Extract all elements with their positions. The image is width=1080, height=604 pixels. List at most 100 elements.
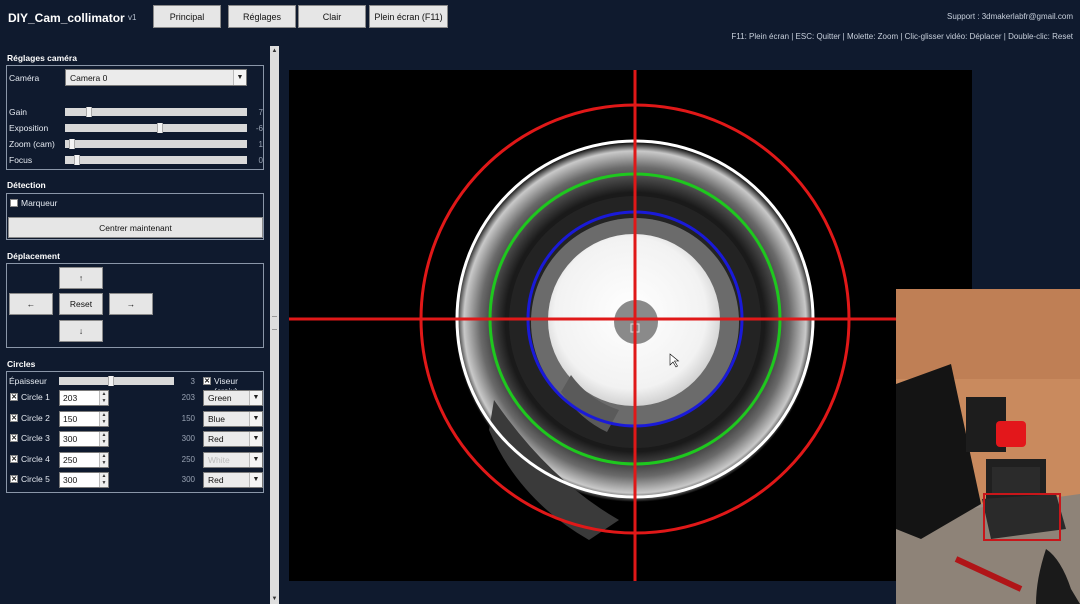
slider-2[interactable] [65,139,247,149]
movement-section-title: Déplacement [7,251,60,261]
slider-3[interactable] [65,155,247,165]
camera-label: Caméra [9,73,40,83]
top-bar: DIY_Cam_collimator v1 Principal Réglages… [0,0,1080,46]
circle-color-value-4: White [208,454,230,465]
reglages-button[interactable]: Réglages [228,5,296,28]
circles-section-title: Circles [7,359,36,369]
circle-color-value-3: Red [208,434,224,444]
slider-value-3: 0 [258,156,263,165]
circle-checkbox-1[interactable]: ✕ [10,393,18,401]
slider-thumb-0[interactable] [86,107,92,117]
circle-color-value-2: Blue [208,413,226,424]
collimation-view [289,70,972,581]
detection-box: Marqueur Centrer maintenant [6,193,264,240]
circle-label-4: Circle 4 [21,453,50,464]
move-right-button[interactable]: → [109,293,153,315]
marker-checkbox[interactable] [10,199,18,207]
spinner-arrows-icon[interactable]: ▲ ▼ [99,432,108,446]
chevron-down-icon: ▼ [249,432,262,446]
circle-size-spinner-1[interactable]: 203 ▲ ▼ [59,390,109,406]
settings-panel: Réglages caméra Caméra Camera 0 ▼ Gain 7… [0,46,270,604]
circle-value-1: 203 [181,393,195,402]
laptop-display [992,467,1040,495]
slider-label-2: Zoom (cam) [9,139,55,149]
circle-color-select-4[interactable]: White ▼ [203,451,263,468]
move-left-button[interactable]: ← [9,293,53,315]
scroll-down-icon[interactable]: ▼ [270,594,279,604]
slider-thumb-1[interactable] [157,123,163,133]
principal-button[interactable]: Principal [153,5,221,28]
thickness-slider[interactable] [59,376,174,386]
crosshair-checkbox[interactable]: ✕ [203,377,211,385]
move-up-button[interactable]: ↑ [59,267,103,289]
video-feed[interactable] [289,70,972,581]
scrollbar-grip[interactable] [272,316,277,330]
app-version: v1 [128,13,137,22]
detection-section-title: Détection [7,180,46,190]
slider-0[interactable] [65,107,247,117]
support-email: Support : 3dmakerlabfr@gmail.com [947,12,1073,21]
movement-box: ↑ ← Reset → ↓ [6,263,264,348]
circle-label-2: Circle 2 [21,412,50,423]
spinner-arrows-icon[interactable]: ▲ ▼ [99,411,108,426]
chevron-down-icon: ▼ [249,411,262,426]
wall-shade [896,289,1080,379]
spinner-arrows-icon[interactable]: ▲ ▼ [99,473,108,487]
camera-select-value: Camera 0 [70,73,108,83]
clair-button[interactable]: Clair [298,5,366,28]
circle-size-input-2[interactable]: 150 [63,414,77,424]
chevron-down-icon: ▼ [249,473,262,487]
circle-color-select-5[interactable]: Red ▼ [203,472,263,488]
slider-value-1: -6 [255,124,263,133]
app-title: DIY_Cam_collimator [8,11,125,25]
circle-size-input-5[interactable]: 300 [63,475,77,485]
circle-value-4: 250 [181,454,195,464]
circle-color-value-1: Green [208,393,232,403]
camera-select[interactable]: Camera 0 ▼ [65,69,247,86]
circle-label-5: Circle 5 [21,474,50,484]
camera-settings-box: Caméra Camera 0 ▼ Gain 7 Exposition -6 Zoo… [6,65,264,170]
circle-checkbox-5[interactable]: ✕ [10,475,18,483]
scroll-up-icon[interactable]: ▲ [270,46,279,56]
circle-size-input-4[interactable]: 250 [63,455,77,465]
circle-size-input-3[interactable]: 300 [63,434,77,444]
chevron-down-icon: ▼ [249,391,262,405]
slider-value-2: 1 [258,140,263,149]
operator-camera-inset [896,289,1080,604]
circle-size-input-1[interactable]: 203 [63,393,77,403]
circle-checkbox-3[interactable]: ✕ [10,434,18,442]
circle-value-3: 300 [181,434,195,443]
circle-color-select-1[interactable]: Green ▼ [203,390,263,406]
circle-size-spinner-3[interactable]: 300 ▲ ▼ [59,431,109,447]
slider-1[interactable] [65,123,247,133]
chevron-down-icon: ▼ [249,452,262,467]
circle-checkbox-2[interactable]: ✕ [10,413,18,422]
slider-label-3: Focus [9,155,33,165]
move-down-button[interactable]: ↓ [59,320,103,342]
circle-color-select-2[interactable]: Blue ▼ [203,410,263,427]
reset-position-button[interactable]: Reset [59,293,103,315]
chevron-down-icon: ▼ [233,70,246,85]
circles-box: Épaisseur 3 ✕ Viseur (croix) ✕ Circle 1 … [6,371,264,493]
spinner-arrows-icon[interactable]: ▲ ▼ [99,452,108,467]
shortcuts-help: F11: Plein écran | ESC: Quitter | Molett… [731,32,1073,41]
thickness-slider-thumb[interactable] [108,376,114,386]
circle-checkbox-4[interactable]: ✕ [10,454,18,463]
telescope-photo [896,289,1080,604]
spinner-arrows-icon[interactable]: ▲ ▼ [99,391,108,405]
center-now-button[interactable]: Centrer maintenant [8,217,263,238]
circle-size-spinner-5[interactable]: 300 ▲ ▼ [59,472,109,488]
slider-thumb-3[interactable] [74,155,80,165]
red-camera [996,421,1026,447]
circle-size-spinner-4[interactable]: 250 ▲ ▼ [59,451,109,468]
camera-section-title: Réglages caméra [7,53,77,63]
panel-scrollbar[interactable]: ▲ ▼ [270,46,279,604]
slider-label-1: Exposition [9,123,49,133]
fullscreen-button[interactable]: Plein écran (F11) [369,5,448,28]
slider-thumb-2[interactable] [69,139,75,149]
marker-label: Marqueur [21,198,58,208]
circle-color-select-3[interactable]: Red ▼ [203,431,263,447]
circle-label-3: Circle 3 [21,433,50,443]
circle-value-2: 150 [181,413,195,423]
circle-size-spinner-2[interactable]: 150 ▲ ▼ [59,410,109,427]
